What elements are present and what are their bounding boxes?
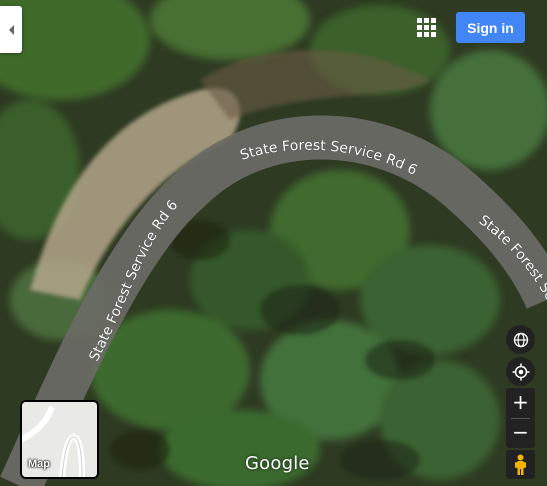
globe-view-button[interactable] [506,325,535,354]
street-view-pegman-button[interactable] [506,450,535,479]
zoom-out-button[interactable]: − [506,418,535,447]
apps-grid-icon[interactable] [414,15,438,39]
chevron-left-icon [8,24,14,35]
my-location-icon [512,363,529,380]
my-location-button[interactable] [506,357,535,386]
zoom-in-button[interactable]: + [506,388,535,417]
globe-icon [513,332,528,347]
zoom-controls: + − [506,388,535,448]
pegman-icon [515,454,526,475]
minimap-label: Map [28,458,50,470]
google-logo: Google [245,453,310,474]
sign-in-button[interactable]: Sign in [456,12,525,43]
map-type-toggle[interactable]: Map [20,400,99,479]
collapse-side-panel-button[interactable] [0,6,22,53]
